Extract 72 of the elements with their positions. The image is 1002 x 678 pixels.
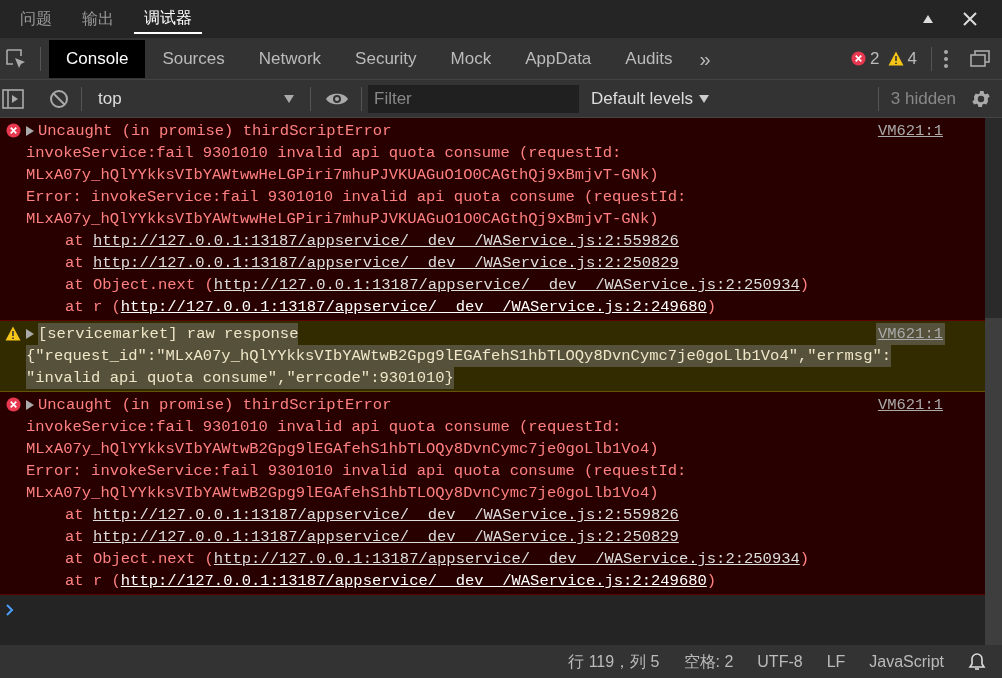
devtools-tab[interactable]: Network xyxy=(241,39,339,78)
message-line: Error: invokeService:fail 9301010 invalid api quota consume (requestId: xyxy=(26,187,687,208)
stack-link[interactable]: http://127.0.0.1:13187/appservice/__dev__/WAService.js:2:249680 xyxy=(120,298,707,316)
stack-link[interactable]: http://127.0.0.1:13187/appservice/__dev__/WAService.js:2:250934 xyxy=(213,276,800,294)
stack-frame: at r (http://127.0.0.1:13187/appservice/__dev__/WAService.js:2:249680) xyxy=(26,570,717,592)
source-link[interactable]: VM621:1 xyxy=(875,120,945,142)
devtools-tab[interactable]: Console xyxy=(49,39,146,78)
error-count: 2 xyxy=(870,47,880,70)
bell-icon[interactable] xyxy=(968,651,986,672)
stack-frame: at Object.next (http://127.0.0.1:13187/appservice/__dev__/WAService.js:2:250934) xyxy=(26,548,810,570)
devtools-tab[interactable]: AppData xyxy=(508,39,609,78)
status-item[interactable]: LF xyxy=(826,649,846,674)
clear-icon[interactable] xyxy=(49,88,69,109)
error-icon xyxy=(5,123,21,138)
message-title: Uncaught (in promise) thirdScriptError xyxy=(38,395,392,416)
filter-field[interactable]: Filter xyxy=(368,84,579,113)
hidden-count: 3 hidden xyxy=(890,87,956,110)
error-icon xyxy=(851,51,867,66)
stack-link[interactable]: http://127.0.0.1:13187/appservice/__dev__/WAService.js:2:250829 xyxy=(92,254,679,272)
scrollbar[interactable] xyxy=(985,118,1002,645)
stack-link[interactable]: http://127.0.0.1:13187/appservice/__dev__/WAService.js:2:559826 xyxy=(92,232,679,250)
status-item[interactable]: JavaScript xyxy=(869,649,944,674)
source-link[interactable]: VM621:1 xyxy=(875,323,945,345)
close-icon[interactable] xyxy=(962,11,978,27)
stack-link[interactable]: http://127.0.0.1:13187/appservice/__dev__/WAService.js:2:250829 xyxy=(92,528,679,546)
message-line: MLxA07y_hQlYYkksVIbYAWtwB2Gpg9lEGAfehS1hbTLOQy8DvnCymc7je0goLlb1Vo4) xyxy=(26,483,659,504)
dropdown-caret-icon xyxy=(284,94,294,103)
message-line: invokeService:fail 9301010 invalid api quota consume (requestId: xyxy=(26,417,622,438)
message-line: MLxA07y_hQlYYkksVIbYAWtwB2Gpg9lEGAfehS1hbTLOQy8DvnCymc7je0goLlb1Vo4) xyxy=(26,439,659,460)
levels-dropdown[interactable]: Default levels xyxy=(591,85,710,112)
status-item[interactable]: 行 119，列 5 xyxy=(568,649,660,674)
status-item[interactable]: UTF-8 xyxy=(757,649,803,674)
panel-tab[interactable]: 输出 xyxy=(72,4,124,34)
source-link[interactable]: VM621:1 xyxy=(875,394,945,416)
devtools-tab[interactable]: Audits xyxy=(608,39,690,78)
panel-tab[interactable]: 调试器 xyxy=(134,4,202,34)
dropdown-caret-icon xyxy=(699,94,710,103)
status-item[interactable]: 空格: 2 xyxy=(683,649,734,674)
stack-frame: at http://127.0.0.1:13187/appservice/__dev__/WAService.js:2:559826 xyxy=(26,230,679,252)
message-line: invokeService:fail 9301010 invalid api quota consume (requestId: xyxy=(26,143,622,164)
prompt-icon[interactable] xyxy=(6,604,14,616)
panel-tab[interactable]: 问题 xyxy=(10,4,62,34)
stack-link[interactable]: http://127.0.0.1:13187/appservice/__dev__/WAService.js:2:250934 xyxy=(213,550,800,568)
error-icon xyxy=(5,397,21,412)
expand-arrow-icon[interactable] xyxy=(26,126,34,136)
stack-frame: at Object.next (http://127.0.0.1:13187/appservice/__dev__/WAService.js:2:250934) xyxy=(26,274,810,296)
warning-icon xyxy=(887,51,904,66)
stack-frame: at http://127.0.0.1:13187/appservice/__dev__/WAService.js:2:250829 xyxy=(26,252,679,274)
sidebar-icon[interactable] xyxy=(2,88,24,109)
warning-icon xyxy=(5,326,21,341)
message-title: [servicemarket] raw response xyxy=(38,323,299,345)
context-select[interactable]: top xyxy=(90,85,302,112)
more-icon[interactable] xyxy=(944,49,948,68)
expand-arrow-icon[interactable] xyxy=(26,400,34,410)
message-line: MLxA07y_hQlYYkksVIbYAWtwwHeLGPiri7mhuPJVKUAGuO1O0CAGthQj9xBmjvT-GNk) xyxy=(26,209,659,230)
collapse-icon[interactable] xyxy=(922,14,934,24)
stack-frame: at r (http://127.0.0.1:13187/appservice/__dev__/WAService.js:2:249680) xyxy=(26,296,717,318)
stack-link[interactable]: http://127.0.0.1:13187/appservice/__dev__/WAService.js:2:249680 xyxy=(120,572,707,590)
message-line: Error: invokeService:fail 9301010 invalid api quota consume (requestId: xyxy=(26,461,687,482)
message-line: MLxA07y_hQlYYkksVIbYAWtwwHeLGPiri7mhuPJVKUAGuO1O0CAGthQj9xBmjvT-GNk) xyxy=(26,165,659,186)
warning-count: 4 xyxy=(907,47,917,70)
more-tabs-button[interactable]: » xyxy=(689,43,721,74)
devtools-tab[interactable]: Mock xyxy=(433,39,509,78)
expand-arrow-icon[interactable] xyxy=(26,329,34,339)
message-title: Uncaught (in promise) thirdScriptError xyxy=(38,121,392,142)
stack-frame: at http://127.0.0.1:13187/appservice/__dev__/WAService.js:2:250829 xyxy=(26,526,679,548)
devtools-tab[interactable]: Sources xyxy=(145,39,242,78)
stack-link[interactable]: http://127.0.0.1:13187/appservice/__dev__/WAService.js:2:559826 xyxy=(92,506,679,524)
inspect-icon[interactable] xyxy=(5,47,27,70)
stack-frame: at http://127.0.0.1:13187/appservice/__dev__/WAService.js:2:559826 xyxy=(26,504,679,526)
devtools-tab[interactable]: Security xyxy=(338,39,434,78)
dock-icon[interactable] xyxy=(970,49,990,68)
